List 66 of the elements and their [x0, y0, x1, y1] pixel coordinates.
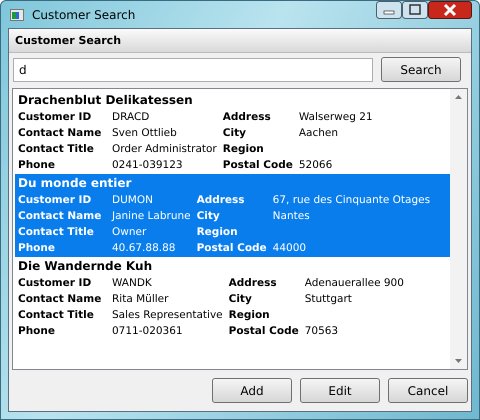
field-label: Customer ID — [18, 276, 92, 291]
field-label: Region — [196, 225, 239, 240]
field-label: Phone — [18, 324, 56, 339]
field-value: DUMON — [112, 193, 154, 208]
field-label: Customer ID — [18, 193, 92, 208]
field-label: Contact Name — [18, 126, 102, 141]
field-value: 44000 — [272, 241, 308, 256]
search-field[interactable]: d — [13, 58, 373, 82]
customer-list[interactable] — [12, 88, 468, 370]
field-label: Region — [222, 142, 265, 157]
field-label: City — [222, 126, 247, 141]
field-value: DRACD — [112, 110, 150, 125]
field-label: Postal Code — [222, 158, 293, 173]
minimize-icon[interactable] — [376, 1, 402, 19]
customer-record[interactable]: Drachenblut Delikatessen Customer ID DRACD Address Walserweg 21 Contact Name Sven Ottlieb City Aachen Contact Title Order Administrator Region Phone 0241-039123 Postal Code 52066 — [15, 91, 450, 174]
customer-name: Du monde entier — [18, 175, 132, 192]
field-value: 70563 — [304, 324, 340, 339]
field-value: Stuttgart — [304, 292, 353, 307]
field-value: Adenauerallee 900 — [304, 276, 405, 291]
field-label: Contact Name — [18, 209, 102, 224]
field-value: Aachen — [298, 126, 340, 141]
field-value: 40.67.88.88 — [112, 241, 176, 256]
customer-name: Drachenblut Delikatessen — [18, 92, 194, 109]
scrollbar[interactable] — [450, 89, 467, 369]
field-label: Address — [228, 276, 278, 291]
field-value: Owner — [112, 225, 148, 240]
app-icon — [10, 8, 24, 20]
field-label: Contact Title — [18, 142, 95, 157]
maximize-icon[interactable] — [402, 1, 428, 19]
field-label: Phone — [18, 241, 56, 256]
dialog-button[interactable]: Edit — [300, 378, 380, 403]
field-value: 67, rue des Cinquante Otages — [272, 193, 432, 208]
dialog-button[interactable]: Cancel — [388, 378, 468, 403]
field-label: City — [196, 209, 221, 224]
scroll-up-icon[interactable] — [455, 95, 462, 99]
field-value: Rita Müller — [112, 292, 170, 307]
field-value: Walserweg 21 — [298, 110, 374, 125]
customer-name: Die Wandernde Kuh — [18, 258, 154, 275]
field-label: City — [228, 292, 253, 307]
field-label: Contact Title — [18, 225, 95, 240]
window-title: Customer Search — [32, 8, 136, 22]
field-value: WANDK — [112, 276, 153, 291]
field-label: Postal Code — [228, 324, 299, 339]
field-label: Contact Title — [18, 308, 95, 323]
field-value: Janine Labrune — [112, 209, 191, 224]
field-label: Customer ID — [18, 110, 92, 125]
field-value: Nantes — [272, 209, 311, 224]
field-value: Sven Ottlieb — [112, 126, 178, 141]
scroll-down-icon[interactable] — [455, 359, 462, 363]
field-value: 0241-039123 — [112, 158, 184, 173]
field-label: Address — [222, 110, 272, 125]
panel-header: Customer Search — [9, 29, 471, 53]
search-button[interactable]: Search — [381, 57, 461, 82]
field-value: Sales Representative — [112, 308, 223, 323]
customer-record[interactable]: Du monde entier Customer ID DUMON Address 67, rue des Cinquante Otages Contact Name Janine Labrune City Nantes Contact Title Owner Region Phone 40.67.88.88 Postal Code 44000 — [15, 174, 450, 257]
field-value: 52066 — [298, 158, 334, 173]
field-label: Contact Name — [18, 292, 102, 307]
field-label: Phone — [18, 158, 56, 173]
dialog-button[interactable]: Add — [212, 378, 292, 403]
field-label: Postal Code — [196, 241, 267, 256]
field-label: Address — [196, 193, 246, 208]
close-icon[interactable] — [428, 1, 472, 19]
field-value: Order Administrator — [112, 142, 217, 157]
customer-record[interactable]: Die Wandernde Kuh Customer ID WANDK Address Adenauerallee 900 Contact Name Rita Müller City Stuttgart Contact Title Sales Representative Region Phone 0711-020361 Postal Code 70563 — [15, 257, 450, 340]
field-value: 0711-020361 — [112, 324, 184, 339]
field-label: Region — [228, 308, 271, 323]
